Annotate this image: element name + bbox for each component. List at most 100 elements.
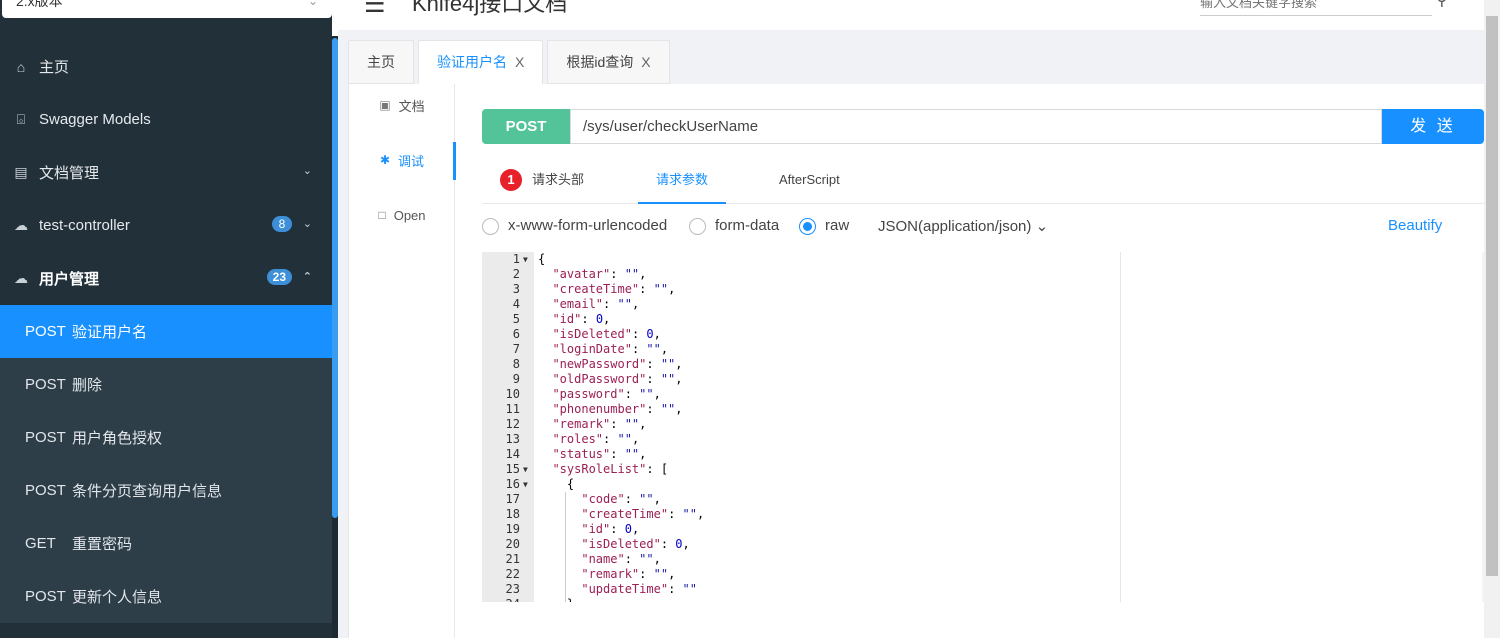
sidebar-subitem-role-auth[interactable]: POST 用户角色授权 [0, 411, 332, 464]
url-bar: POST 发 送 [482, 109, 1484, 144]
fold-toggle-icon[interactable]: ▼ [523, 252, 531, 267]
sidebar-item-test-controller[interactable]: ☁ test-controller 8 ⌄ [0, 199, 332, 252]
sidebar-item-user-management[interactable]: ☁ 用户管理 23 ⌃ [0, 252, 332, 305]
line-number: 5 [512, 312, 520, 326]
subnav-item-open[interactable]: □ Open [349, 200, 455, 230]
subnav-item-debug[interactable]: ✱ 调试 [349, 145, 455, 175]
http-method-label: POST [25, 323, 66, 340]
tab-label: 根据id查询 [566, 54, 634, 70]
radio-urlencoded[interactable] [482, 218, 499, 235]
code-line: "remark": "", [552, 417, 647, 431]
subnav-label: 调试 [398, 153, 425, 169]
api-name-label: 更新个人信息 [72, 589, 163, 606]
line-number: 9 [512, 372, 520, 386]
tab-query-by-id[interactable]: 根据id查询 X [547, 40, 670, 84]
fold-toggle-icon[interactable]: ▼ [523, 462, 531, 477]
main-area: ☰ Knife4j接口文档 ⚲ ⋮ 主页 验证用户名 X 根据id查询 X ▣ 文档 [338, 0, 1500, 638]
content-type-value: JSON(application/json) [878, 218, 1032, 235]
code-line: "email": "", [552, 297, 640, 311]
page-scrollbar-thumb[interactable] [1486, 16, 1498, 576]
line-number: 6 [512, 327, 520, 341]
tab-request-params[interactable]: 请求参数 [638, 160, 726, 204]
sidebar-item-doc-management[interactable]: ▤ 文档管理 ⌄ [0, 146, 332, 199]
http-method-label: POST [25, 376, 66, 393]
search-icon[interactable]: ⚲ [1436, 0, 1448, 10]
tab-bar: 主页 验证用户名 X 根据id查询 X [348, 40, 674, 84]
sidebar-item-swagger-models[interactable]: ⌺ Swagger Models [0, 93, 332, 146]
close-icon[interactable]: X [515, 54, 524, 70]
line-number: 3 [512, 282, 520, 296]
code-line: "code": "", [581, 492, 661, 506]
code-line: "updateTime": "" [581, 582, 697, 596]
tab-label: 验证用户名 [437, 54, 507, 70]
url-input[interactable] [570, 109, 1382, 144]
content-type-select[interactable]: JSON(application/json) ⌄ [878, 217, 1048, 235]
fold-toggle-icon[interactable]: ▼ [523, 477, 531, 492]
line-number: 17 [505, 492, 520, 506]
sidebar-subitem-check-username[interactable]: POST 验证用户名 [0, 305, 332, 358]
version-select[interactable]: 2.x版本 ⌄ [2, 0, 332, 18]
line-number: 7 [512, 342, 520, 356]
radio-raw[interactable] [799, 218, 816, 235]
cube-icon: ⌺ [16, 111, 26, 127]
bug-icon: ✱ [379, 153, 391, 167]
sidebar-nav: ⌂ 主页 ⌺ Swagger Models ▤ 文档管理 ⌄ ☁ test-co… [0, 40, 332, 623]
top-bar: ☰ Knife4j接口文档 ⚲ ⋮ [338, 0, 1500, 30]
beautify-button[interactable]: Beautify [1388, 217, 1442, 234]
http-method-label: POST [25, 429, 66, 446]
line-number: 13 [505, 432, 520, 446]
code-line: "id": 0, [581, 522, 640, 536]
tab-home[interactable]: 主页 [348, 40, 414, 84]
method-button[interactable]: POST [482, 109, 570, 144]
code-line: "id": 0, [552, 312, 611, 326]
api-name-label: 用户角色授权 [72, 430, 163, 447]
file-icon: □ [378, 208, 386, 222]
radio-label: x-www-form-urlencoded [508, 217, 668, 234]
send-button[interactable]: 发 送 [1382, 109, 1484, 144]
close-icon[interactable]: X [641, 54, 650, 70]
code-line: "oldPassword": "", [552, 372, 683, 386]
line-number: 22 [505, 567, 520, 581]
home-icon: ⌂ [16, 58, 26, 75]
line-number: 16 [505, 477, 520, 491]
chevron-up-icon: ⌃ [302, 271, 312, 283]
code-line: "roles": "", [552, 432, 640, 446]
api-subnav: ▣ 文档 ✱ 调试 □ Open [349, 84, 456, 638]
page-scrollbar[interactable] [1484, 0, 1500, 638]
line-number: 12 [505, 417, 520, 431]
search-input[interactable] [1200, 0, 1432, 16]
code-line: "newPassword": "", [552, 357, 683, 371]
sidebar-item-home[interactable]: ⌂ 主页 [0, 40, 332, 93]
code-line: "createTime": "", [581, 507, 705, 521]
document-icon: ▣ [379, 98, 391, 112]
code-line: "isDeleted": 0, [581, 537, 690, 551]
code-line: "sysRoleList": [ [552, 462, 669, 476]
tab-label: 请求头部 [532, 172, 585, 187]
doc-settings-icon: ▤ [14, 164, 28, 180]
tab-check-username[interactable]: 验证用户名 X [418, 40, 544, 84]
chevron-down-icon: ⌄ [1031, 218, 1049, 235]
line-number: 4 [512, 297, 520, 311]
menu-icon[interactable]: ☰ [364, 0, 386, 19]
line-number: 19 [505, 522, 520, 536]
code-line: "phonenumber": "", [552, 402, 683, 416]
count-badge: 23 [266, 269, 292, 285]
sidebar-subitem-page-query[interactable]: POST 条件分页查询用户信息 [0, 464, 332, 517]
line-number: 8 [512, 357, 520, 371]
page-title: Knife4j接口文档 [412, 0, 568, 16]
subnav-label: Open [393, 207, 426, 223]
subnav-item-doc[interactable]: ▣ 文档 [349, 90, 455, 120]
tab-afterscript[interactable]: AfterScript [779, 160, 840, 204]
chevron-down-icon: ⌄ [307, 0, 318, 8]
sidebar-subitem-update-profile[interactable]: POST 更新个人信息 [0, 570, 332, 623]
code-line: "avatar": "", [552, 267, 647, 281]
code-line: "createTime": "", [552, 282, 676, 296]
sidebar-subitem-reset-password[interactable]: GET 重置密码 [0, 517, 332, 570]
sidebar-subitem-delete[interactable]: POST 删除 [0, 358, 332, 411]
radio-formdata[interactable] [689, 218, 706, 235]
tab-label: 请求参数 [655, 172, 708, 187]
json-editor[interactable]: 1 ▼ 2 3 4 5 6 7 8 9 10 11 12 13 14 15 ▼ 16 ▼ 17 18 19 20 21 22 23… [482, 252, 1498, 602]
tab-request-headers[interactable]: 1 请求头部 [500, 160, 584, 204]
sidebar-item-label: 用户管理 [39, 271, 100, 288]
code-line: "status": "", [552, 447, 647, 461]
